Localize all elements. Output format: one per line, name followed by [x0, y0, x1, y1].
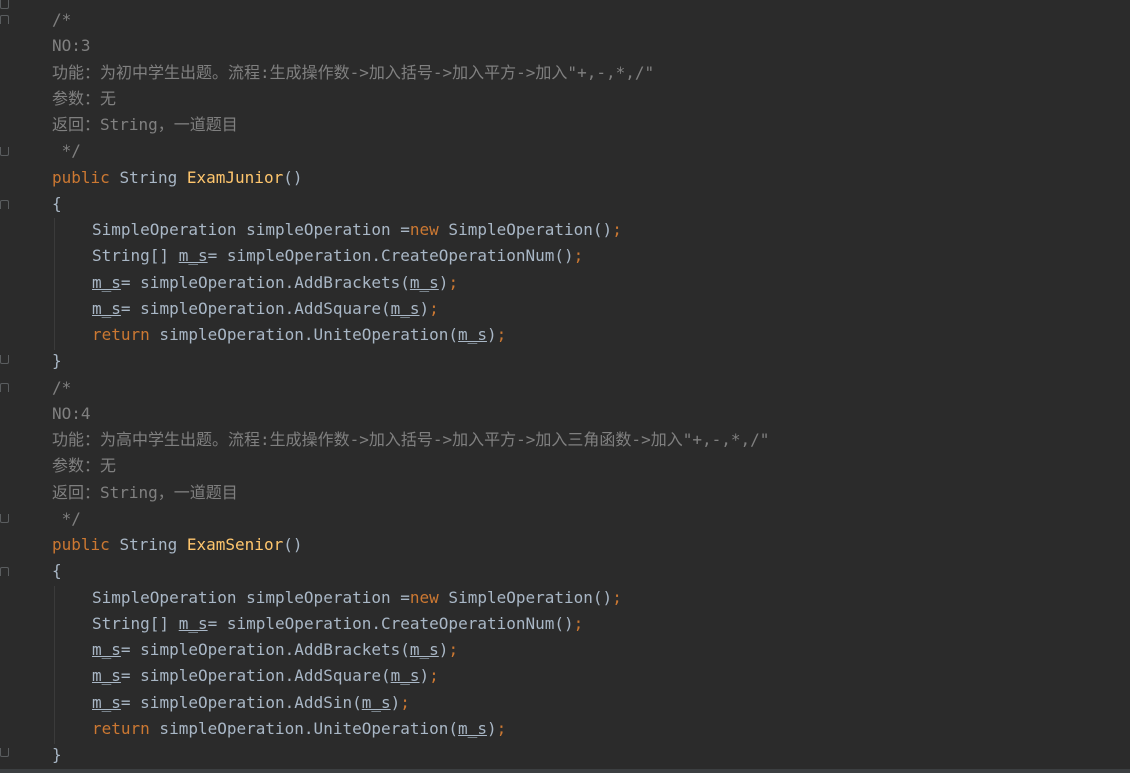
semicolon: ;: [448, 640, 459, 659]
code-token: ): [438, 273, 449, 292]
code-token: ): [419, 299, 430, 318]
variable-m-s: m_s: [92, 640, 121, 659]
code-line: return simpleOperation.UniteOperation(m_…: [92, 322, 506, 348]
semicolon: ;: [429, 299, 439, 318]
variable-m-s: m_s: [409, 640, 439, 659]
code-line: return simpleOperation.UniteOperation(m_…: [92, 716, 506, 742]
keyword-public: public: [52, 168, 110, 187]
code-token: String[]: [92, 614, 179, 633]
comment-params: 参数：无: [52, 456, 117, 475]
variable-m-s: m_s: [458, 325, 487, 344]
semicolon: ;: [612, 588, 622, 607]
keyword-new: new: [409, 588, 439, 607]
code-token: SimpleOperation(): [438, 220, 613, 239]
brace-open: {: [52, 561, 62, 580]
keyword-return: return: [92, 719, 150, 738]
comment-no: NO:4: [52, 404, 91, 423]
code-token: = simpleOperation.AddBrackets(: [120, 640, 410, 659]
semicolon: ;: [573, 246, 584, 265]
code-line: SimpleOperation simpleOperation =new Sim…: [92, 217, 622, 243]
code-token: = simpleOperation.CreateOperationNum(): [207, 246, 574, 265]
code-token: String[]: [92, 246, 179, 265]
comment-params: 参数：无: [52, 89, 117, 108]
comment-return: 返回：String，一道题目: [52, 483, 238, 502]
brace-close: }: [52, 351, 62, 370]
code-token: ): [419, 666, 430, 685]
code-token: SimpleOperation simpleOperation =: [92, 588, 410, 607]
code-line: m_s= simpleOperation.AddSquare(m_s);: [92, 296, 439, 322]
code-line: m_s= simpleOperation.AddBrackets(m_s);: [92, 637, 458, 663]
method-name: ExamSenior: [186, 535, 284, 554]
method-signature: public String ExamJunior(): [52, 165, 302, 191]
code-token: = simpleOperation.CreateOperationNum(): [207, 614, 574, 633]
variable-m-s: m_s: [361, 693, 391, 712]
variable-m-s: m_s: [409, 273, 439, 292]
code-line: m_s= simpleOperation.AddSin(m_s);: [92, 690, 410, 716]
semicolon: ;: [496, 325, 507, 344]
code-token: = simpleOperation.AddSquare(: [120, 666, 391, 685]
comment-close: */: [52, 509, 81, 528]
semicolon: ;: [612, 220, 622, 239]
horizontal-scrollbar[interactable]: [0, 769, 1130, 773]
code-token: = simpleOperation.AddBrackets(: [120, 273, 410, 292]
comment-function: 功能：为高中学生出题。流程:生成操作数->加入括号->加入平方->加入三角函数-…: [52, 430, 770, 449]
code-line: m_s= simpleOperation.AddSquare(m_s);: [92, 663, 439, 689]
variable-m-s: m_s: [92, 273, 121, 292]
indent-guide: [54, 586, 55, 744]
keyword-new: new: [409, 220, 439, 239]
code-line: SimpleOperation simpleOperation =new Sim…: [92, 585, 622, 611]
code-token: ): [390, 693, 401, 712]
variable-m-s: m_s: [92, 299, 121, 318]
semicolon: ;: [429, 666, 439, 685]
comment-return: 返回：String，一道题目: [52, 115, 238, 134]
semicolon: ;: [573, 614, 584, 633]
comment-no: NO:3: [52, 36, 91, 55]
variable-m-s: m_s: [458, 719, 487, 738]
comment-open: /*: [52, 10, 72, 29]
parens: (): [283, 168, 303, 187]
semicolon: ;: [400, 693, 410, 712]
code-token: = simpleOperation.AddSin(: [120, 693, 362, 712]
variable-m-s: m_s: [92, 666, 121, 685]
type-string: String: [119, 168, 178, 187]
code-token: simpleOperation.UniteOperation(: [149, 325, 459, 344]
method-signature: public String ExamSenior(): [52, 532, 302, 558]
code-token: ): [486, 325, 497, 344]
brace-close: }: [52, 745, 62, 764]
code-line: m_s= simpleOperation.AddBrackets(m_s);: [92, 270, 458, 296]
variable-m-s: m_s: [92, 693, 121, 712]
code-editor[interactable]: /* NO:3 功能：为初中学生出题。流程:生成操作数->加入括号->加入平方-…: [0, 0, 1130, 773]
code-token: SimpleOperation(): [438, 588, 613, 607]
indent-guide: [54, 218, 55, 350]
type-string: String: [119, 535, 178, 554]
code-token: ): [486, 719, 497, 738]
code-token: = simpleOperation.AddSquare(: [120, 299, 391, 318]
comment-close: */: [52, 141, 81, 160]
variable-m-s: m_s: [178, 614, 208, 633]
keyword-public: public: [52, 535, 110, 554]
method-name: ExamJunior: [186, 168, 284, 187]
parens: (): [283, 535, 303, 554]
code-token: ): [438, 640, 449, 659]
variable-m-s: m_s: [390, 299, 420, 318]
code-token: simpleOperation.UniteOperation(: [149, 719, 459, 738]
comment-open: /*: [52, 378, 72, 397]
variable-m-s: m_s: [390, 666, 420, 685]
code-line: String[] m_s= simpleOperation.CreateOper…: [92, 243, 583, 269]
variable-m-s: m_s: [178, 246, 208, 265]
code-line: String[] m_s= simpleOperation.CreateOper…: [92, 611, 583, 637]
comment-function: 功能：为初中学生出题。流程:生成操作数->加入括号->加入平方->加入"+,-,…: [52, 63, 655, 82]
semicolon: ;: [448, 273, 459, 292]
keyword-return: return: [92, 325, 150, 344]
semicolon: ;: [496, 719, 507, 738]
code-token: SimpleOperation simpleOperation =: [92, 220, 410, 239]
brace-open: {: [52, 194, 62, 213]
